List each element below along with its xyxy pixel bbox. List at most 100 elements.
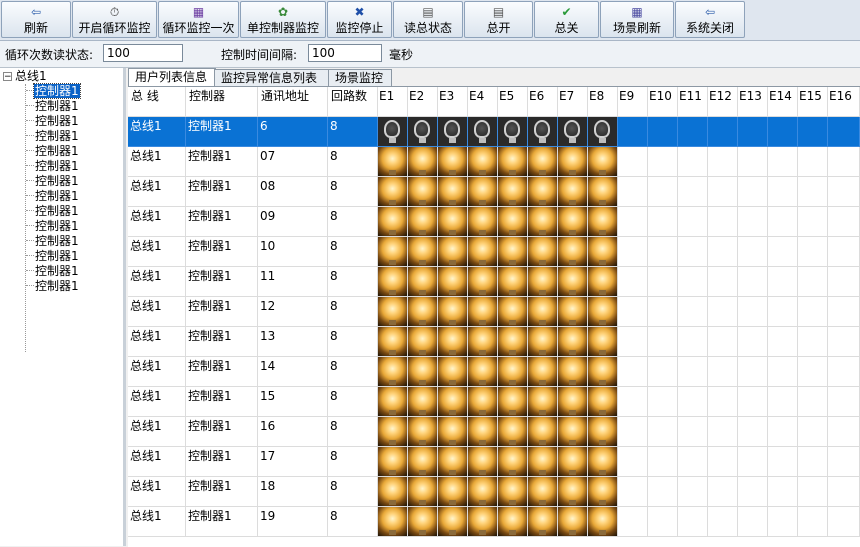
channel-cell[interactable] [588, 477, 618, 507]
channel-cell[interactable] [498, 207, 528, 237]
channel-cell[interactable] [528, 117, 558, 147]
channel-cell[interactable] [408, 297, 438, 327]
bulb-on-icon[interactable] [468, 387, 497, 416]
channel-cell[interactable] [738, 147, 768, 177]
channel-cell[interactable] [588, 297, 618, 327]
channel-cell[interactable] [528, 507, 558, 537]
column-header[interactable]: E6 [528, 87, 558, 117]
channel-cell[interactable] [378, 417, 408, 447]
bulb-on-icon[interactable] [528, 267, 557, 296]
channel-cell[interactable] [498, 327, 528, 357]
channel-cell[interactable] [408, 147, 438, 177]
bulb-on-icon[interactable] [588, 267, 617, 296]
channel-cell[interactable] [618, 207, 648, 237]
channel-cell[interactable] [498, 477, 528, 507]
channel-cell[interactable] [408, 417, 438, 447]
channel-cell[interactable] [558, 237, 588, 267]
bulb-on-icon[interactable] [468, 417, 497, 446]
bulb-on-icon[interactable] [498, 387, 527, 416]
bulb-on-icon[interactable] [498, 507, 527, 536]
channel-cell[interactable] [408, 177, 438, 207]
channel-cell[interactable] [618, 177, 648, 207]
bulb-on-icon[interactable] [498, 267, 527, 296]
bulb-on-icon[interactable] [438, 237, 467, 266]
channel-cell[interactable] [528, 447, 558, 477]
channel-cell[interactable] [648, 327, 678, 357]
channel-cell[interactable] [768, 207, 798, 237]
tree-item-controller[interactable]: 控制器1 [26, 189, 80, 204]
channel-cell[interactable] [768, 177, 798, 207]
bulb-on-icon[interactable] [438, 267, 467, 296]
bulb-on-icon[interactable] [588, 507, 617, 536]
bulb-on-icon[interactable] [588, 477, 617, 506]
channel-cell[interactable] [678, 507, 708, 537]
bulb-on-icon[interactable] [378, 417, 407, 446]
channel-cell[interactable] [648, 207, 678, 237]
tree-item-controller[interactable]: 控制器1 [26, 129, 80, 144]
channel-cell[interactable] [528, 417, 558, 447]
channel-cell[interactable] [438, 237, 468, 267]
bulb-on-icon[interactable] [378, 297, 407, 326]
channel-cell[interactable] [798, 477, 828, 507]
channel-cell[interactable] [768, 327, 798, 357]
bulb-on-icon[interactable] [378, 177, 407, 206]
column-header[interactable]: E7 [558, 87, 588, 117]
bulb-on-icon[interactable] [498, 147, 527, 176]
channel-cell[interactable] [498, 357, 528, 387]
channel-cell[interactable] [828, 507, 860, 537]
column-header[interactable]: E3 [438, 87, 468, 117]
channel-cell[interactable] [498, 177, 528, 207]
channel-cell[interactable] [708, 147, 738, 177]
table-row[interactable]: 总线1 控制器1 12 8 [128, 297, 860, 327]
channel-cell[interactable] [618, 447, 648, 477]
bulb-on-icon[interactable] [498, 447, 527, 476]
channel-cell[interactable] [528, 357, 558, 387]
bulb-on-icon[interactable] [408, 507, 437, 536]
bulb-on-icon[interactable] [588, 387, 617, 416]
channel-cell[interactable] [558, 327, 588, 357]
channel-cell[interactable] [648, 297, 678, 327]
bulb-on-icon[interactable] [468, 297, 497, 326]
bulb-on-icon[interactable] [468, 327, 497, 356]
scene-refresh-button[interactable]: ▦ 场景刷新 [600, 1, 674, 38]
channel-cell[interactable] [588, 387, 618, 417]
channel-cell[interactable] [438, 387, 468, 417]
channel-cell[interactable] [768, 267, 798, 297]
channel-cell[interactable] [408, 507, 438, 537]
bulb-on-icon[interactable] [498, 237, 527, 266]
interval-input[interactable] [308, 44, 382, 62]
tree-item-controller[interactable]: 控制器1 [26, 99, 80, 114]
channel-cell[interactable] [828, 147, 860, 177]
channel-cell[interactable] [768, 147, 798, 177]
bulb-on-icon[interactable] [378, 387, 407, 416]
channel-cell[interactable] [378, 237, 408, 267]
channel-cell[interactable] [738, 327, 768, 357]
bulb-on-icon[interactable] [378, 237, 407, 266]
channel-cell[interactable] [438, 147, 468, 177]
column-header[interactable]: E5 [498, 87, 528, 117]
channel-cell[interactable] [768, 417, 798, 447]
bulb-off-icon[interactable] [528, 117, 557, 146]
channel-cell[interactable] [738, 297, 768, 327]
bulb-on-icon[interactable] [588, 147, 617, 176]
channel-cell[interactable] [438, 357, 468, 387]
channel-cell[interactable] [798, 327, 828, 357]
tree-item-controller[interactable]: 控制器1 [26, 249, 80, 264]
bulb-on-icon[interactable] [408, 327, 437, 356]
column-header[interactable]: E12 [708, 87, 738, 117]
bulb-off-icon[interactable] [378, 117, 407, 146]
channel-cell[interactable] [708, 237, 738, 267]
channel-cell[interactable] [618, 507, 648, 537]
bulb-on-icon[interactable] [528, 237, 557, 266]
read-status-button[interactable]: ▤ 读总状态 [393, 1, 463, 38]
channel-cell[interactable] [678, 147, 708, 177]
channel-cell[interactable] [828, 207, 860, 237]
bulb-on-icon[interactable] [468, 177, 497, 206]
bulb-on-icon[interactable] [558, 147, 587, 176]
tree-scrollbar[interactable] [123, 68, 126, 546]
bulb-on-icon[interactable] [438, 507, 467, 536]
channel-cell[interactable] [498, 447, 528, 477]
channel-cell[interactable] [648, 387, 678, 417]
channel-cell[interactable] [378, 177, 408, 207]
channel-cell[interactable] [768, 297, 798, 327]
